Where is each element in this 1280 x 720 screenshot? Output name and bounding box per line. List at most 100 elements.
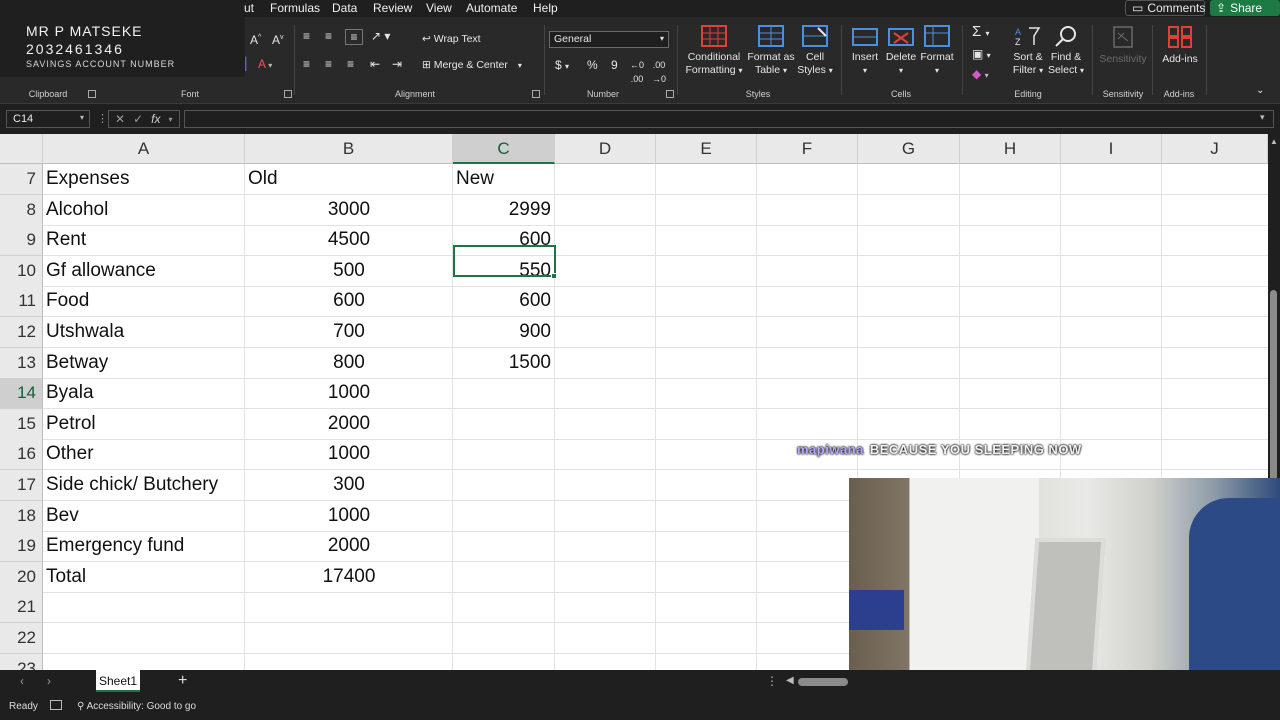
decrease-font-icon[interactable]: Av <box>272 31 284 47</box>
column-header-i[interactable]: I <box>1061 134 1162 164</box>
cell-b7[interactable]: Old <box>245 164 453 194</box>
sheet-tab-sheet1[interactable]: Sheet1 <box>96 670 140 692</box>
cell-a7[interactable]: Expenses <box>43 164 245 194</box>
cell-c23[interactable] <box>453 654 555 670</box>
font-launcher-icon[interactable] <box>284 90 292 98</box>
cell-a8[interactable]: Alcohol <box>43 195 245 225</box>
cell-b13[interactable]: 800 <box>245 348 453 378</box>
cell-b23[interactable] <box>245 654 453 670</box>
column-header-c[interactable]: C <box>453 134 555 164</box>
cell-b11[interactable]: 600 <box>245 286 453 316</box>
cell-b21[interactable] <box>245 592 453 622</box>
column-header-e[interactable]: E <box>656 134 757 164</box>
cell-c7[interactable]: New <box>453 164 555 194</box>
tab-split-handle-icon[interactable]: ⋮ <box>766 674 778 688</box>
scroll-up-icon[interactable]: ▲ <box>1270 137 1278 146</box>
sort-filter-button[interactable]: AZ Sort & Filter ▾ <box>1008 25 1048 77</box>
cell-a18[interactable]: Bev <box>43 501 245 531</box>
percent-format-icon[interactable]: % <box>587 58 598 72</box>
menu-item-layout[interactable]: ut <box>244 1 254 15</box>
cell-c15[interactable] <box>453 409 555 439</box>
menu-item-help[interactable]: Help <box>533 1 558 15</box>
share-button[interactable]: ⇪ Share <box>1210 0 1280 16</box>
cell-a13[interactable]: Betway <box>43 348 245 378</box>
comments-button[interactable]: ▭ Comments <box>1125 0 1205 16</box>
expand-formula-bar-icon[interactable]: ▾ <box>1260 112 1265 123</box>
row-header-13[interactable]: 13 <box>0 348 43 379</box>
cell-c22[interactable] <box>453 623 555 653</box>
menu-item-automate[interactable]: Automate <box>466 1 517 15</box>
row-header-16[interactable]: 16 <box>0 439 43 470</box>
cell-a10[interactable]: Gf allowance <box>43 256 245 286</box>
alignment-launcher-icon[interactable] <box>532 90 540 98</box>
next-sheet-icon[interactable]: › <box>47 674 51 688</box>
cell-a21[interactable] <box>43 592 245 622</box>
cell-b8[interactable]: 3000 <box>245 195 453 225</box>
name-box[interactable]: C14 ▾ <box>6 110 90 128</box>
select-all-corner[interactable] <box>0 134 43 164</box>
enter-icon[interactable]: ✓ <box>133 112 143 126</box>
cell-c14[interactable] <box>453 378 555 408</box>
row-header-19[interactable]: 19 <box>0 531 43 562</box>
number-launcher-icon[interactable] <box>666 90 674 98</box>
autosum-icon[interactable]: Σ ▾ <box>972 24 989 41</box>
increase-font-icon[interactable]: A^ <box>250 31 261 47</box>
cell-c19[interactable] <box>453 531 555 561</box>
align-center-icon[interactable]: ≡ <box>325 57 332 71</box>
column-header-a[interactable]: A <box>43 134 245 164</box>
row-header-12[interactable]: 12 <box>0 317 43 348</box>
cell-a16[interactable]: Other <box>43 439 245 469</box>
scroll-left-icon[interactable]: ◀ <box>786 675 794 686</box>
fill-handle[interactable] <box>551 273 557 279</box>
cell-a23[interactable] <box>43 654 245 670</box>
number-format-dropdown[interactable]: General ▾ <box>549 31 669 48</box>
column-header-j[interactable]: J <box>1162 134 1268 164</box>
column-header-f[interactable]: F <box>757 134 858 164</box>
cell-c21[interactable] <box>453 592 555 622</box>
row-header-22[interactable]: 22 <box>0 623 43 654</box>
cell-styles-button[interactable]: Cell Styles ▾ <box>796 25 834 77</box>
cell-b16[interactable]: 1000 <box>245 439 453 469</box>
cell-b17[interactable]: 300 <box>245 470 453 500</box>
clipboard-launcher-icon[interactable] <box>88 90 96 98</box>
cell-b19[interactable]: 2000 <box>245 531 453 561</box>
sensitivity-button[interactable]: Sensitivity <box>1098 25 1148 66</box>
cell-a12[interactable]: Utshwala <box>43 317 245 347</box>
clear-icon[interactable]: ◆ ▾ <box>972 67 989 83</box>
cancel-icon[interactable]: ✕ <box>115 112 125 126</box>
cell-b15[interactable]: 2000 <box>245 409 453 439</box>
row-header-17[interactable]: 17 <box>0 470 43 501</box>
row-header-7[interactable]: 7 <box>0 164 43 195</box>
cell-b20[interactable]: 17400 <box>245 562 453 592</box>
comma-style-icon[interactable]: 9 <box>611 58 618 72</box>
conditional-formatting-button[interactable]: Conditional Formatting ▾ <box>684 25 744 77</box>
increase-indent-icon[interactable]: ⇥ <box>392 57 402 71</box>
increase-decimal-icon[interactable]: ←0.00 <box>630 58 644 86</box>
row-header-21[interactable]: 21 <box>0 592 43 623</box>
addins-button[interactable]: Add-ins <box>1158 25 1202 66</box>
decrease-decimal-icon[interactable]: .00 →0 <box>652 58 666 86</box>
align-left-icon[interactable]: ≡ <box>303 57 310 71</box>
cell-a20[interactable]: Total <box>43 562 245 592</box>
format-as-table-button[interactable]: Format as Table ▾ <box>746 25 796 77</box>
cell-c16[interactable] <box>453 439 555 469</box>
decrease-indent-icon[interactable]: ⇤ <box>370 57 380 71</box>
add-sheet-button[interactable]: + <box>178 672 187 690</box>
wrap-text-button[interactable]: ↩ Wrap Text <box>422 33 481 45</box>
formula-input[interactable] <box>184 110 1274 128</box>
row-header-11[interactable]: 11 <box>0 286 43 317</box>
cell-a9[interactable]: Rent <box>43 225 245 255</box>
menu-item-formulas[interactable]: Formulas <box>270 1 320 15</box>
cell-a11[interactable]: Food <box>43 286 245 316</box>
cell-a19[interactable]: Emergency fund <box>43 531 245 561</box>
cell-c12[interactable]: 900 <box>453 317 555 347</box>
cell-b18[interactable]: 1000 <box>245 501 453 531</box>
row-header-9[interactable]: 9 <box>0 225 43 256</box>
delete-cells-button[interactable]: Delete ▾ <box>884 25 918 77</box>
cell-b12[interactable]: 700 <box>245 317 453 347</box>
prev-sheet-icon[interactable]: ‹ <box>20 674 24 688</box>
row-header-8[interactable]: 8 <box>0 195 43 226</box>
cell-a15[interactable]: Petrol <box>43 409 245 439</box>
insert-cells-button[interactable]: Insert ▾ <box>848 25 882 77</box>
horizontal-scroll-thumb[interactable] <box>798 678 848 686</box>
